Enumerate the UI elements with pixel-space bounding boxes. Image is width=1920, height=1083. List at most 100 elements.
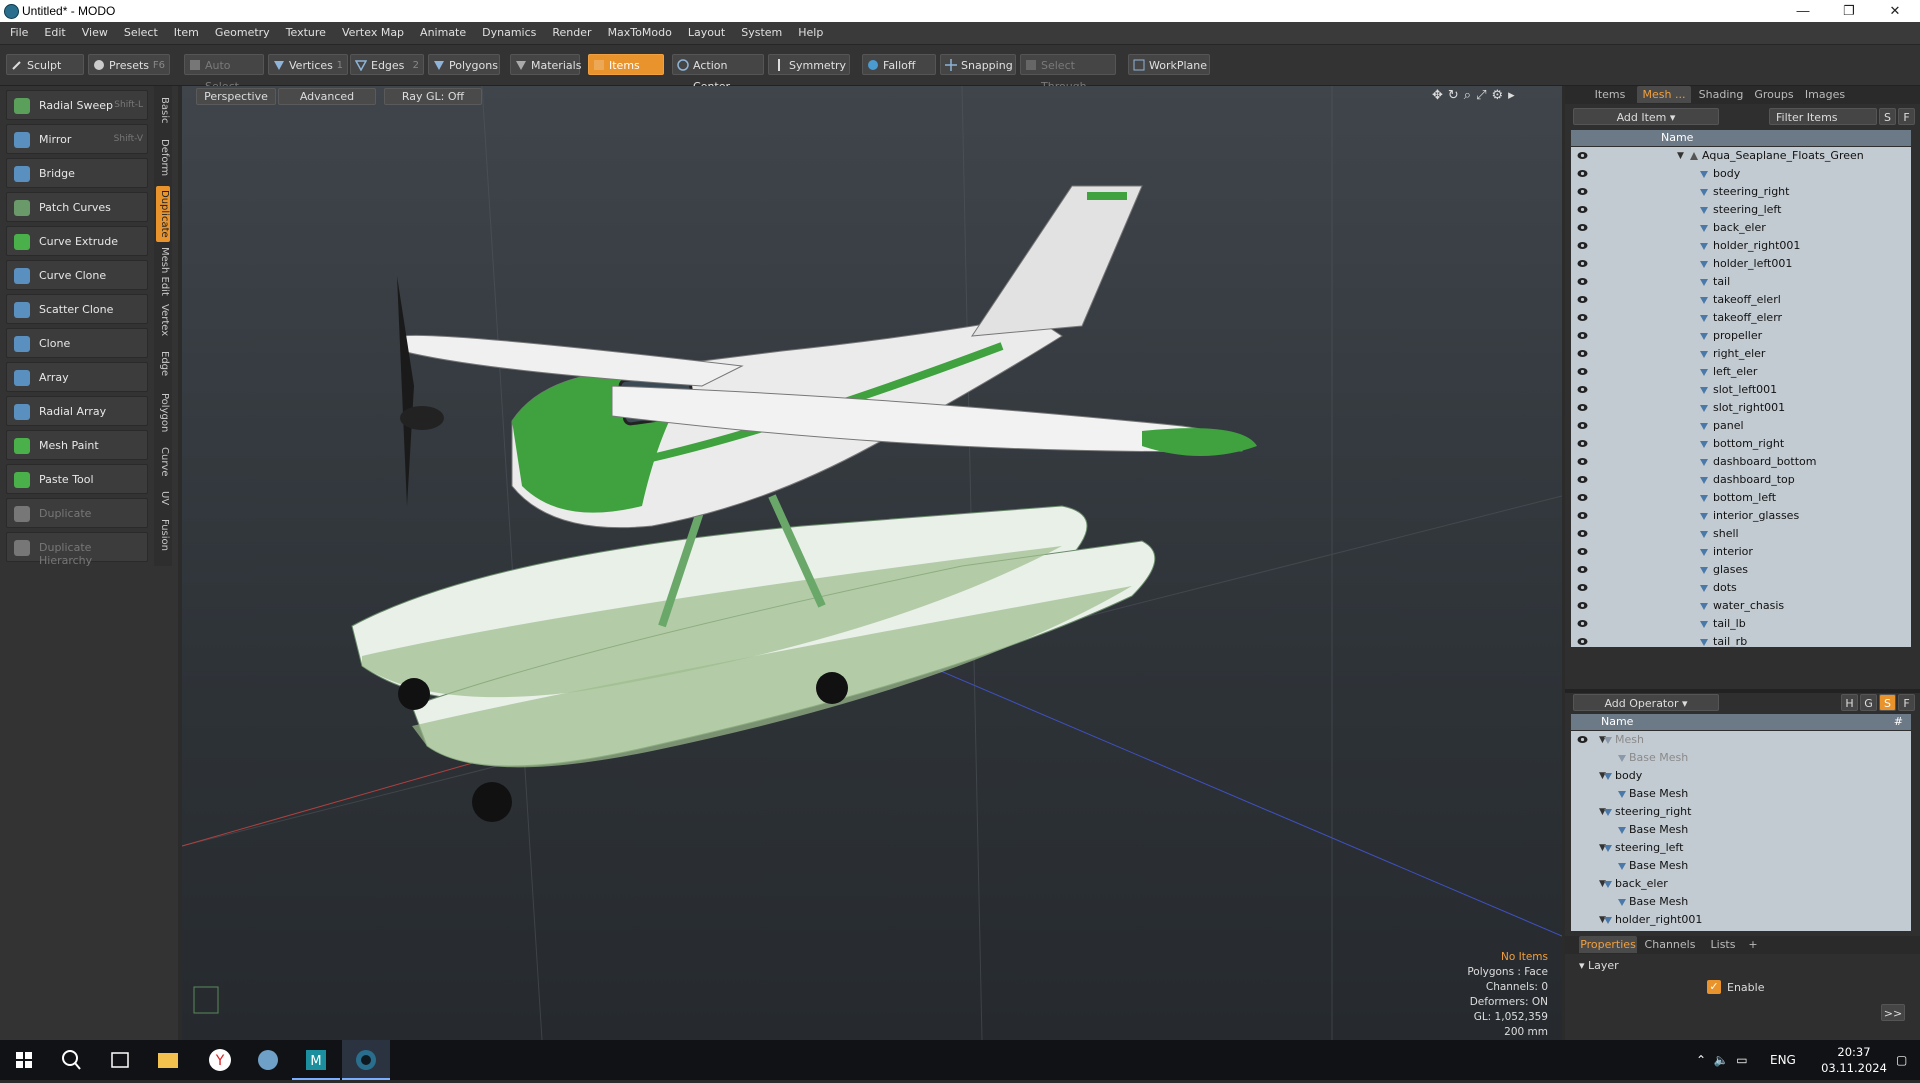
tool-curve-extrude[interactable]: Curve Extrude <box>6 226 148 256</box>
modo-app-button[interactable] <box>342 1040 390 1080</box>
max-app-button[interactable]: M <box>292 1040 340 1080</box>
side-tab-vertex[interactable]: Vertex <box>156 300 170 340</box>
item-row[interactable]: steering_right <box>1571 183 1911 201</box>
tab-shading[interactable]: Shading <box>1695 86 1747 103</box>
presets-button[interactable]: Presets F6 <box>88 54 170 75</box>
select-through-button[interactable]: Select Through <box>1020 54 1116 93</box>
menu-view[interactable]: View <box>74 22 116 44</box>
item-row[interactable]: dots <box>1571 579 1911 597</box>
search-button[interactable] <box>48 1040 96 1080</box>
menu-select[interactable]: Select <box>116 22 166 44</box>
add-operator-dropdown[interactable]: Add Operator ▾ <box>1573 694 1719 711</box>
items-f-button[interactable]: F <box>1898 108 1915 125</box>
file-explorer-button[interactable] <box>144 1040 192 1080</box>
tab-properties[interactable]: Properties <box>1579 936 1637 953</box>
menu-item[interactable]: Item <box>166 22 207 44</box>
minimize-button[interactable]: — <box>1780 0 1826 22</box>
operator-f-button[interactable]: F <box>1898 694 1915 711</box>
operator-g-button[interactable]: G <box>1860 694 1877 711</box>
item-row[interactable]: takeoff_elerr <box>1571 309 1911 327</box>
polygons-button[interactable]: Polygons <box>428 54 500 75</box>
item-row[interactable]: tail <box>1571 273 1911 291</box>
tool-paste-tool[interactable]: Paste Tool <box>6 464 148 494</box>
menu-geometry[interactable]: Geometry <box>207 22 278 44</box>
item-row[interactable]: shell <box>1571 525 1911 543</box>
operator-row[interactable]: Base Mesh <box>1571 893 1911 911</box>
menu-edit[interactable]: Edit <box>36 22 73 44</box>
tab-channels[interactable]: Channels <box>1641 936 1699 953</box>
action-center-button[interactable]: Action Center <box>672 54 764 93</box>
more-button[interactable]: >> <box>1881 1004 1905 1021</box>
item-row[interactable]: right_eler <box>1571 345 1911 363</box>
add-item-dropdown[interactable]: Add Item ▾ <box>1573 108 1719 125</box>
operator-row[interactable]: Base Mesh <box>1571 785 1911 803</box>
falloff-button[interactable]: Falloff <box>862 54 936 75</box>
tool-mirror[interactable]: Mirror Shift-V <box>6 124 148 154</box>
operator-row[interactable]: ▼ steering_right <box>1571 803 1911 821</box>
clock[interactable]: 20:37 03.11.2024 <box>1818 1044 1890 1076</box>
menu-dynamics[interactable]: Dynamics <box>474 22 544 44</box>
tab-mesh[interactable]: Mesh ... <box>1637 86 1691 103</box>
menu-vertex-map[interactable]: Vertex Map <box>334 22 412 44</box>
side-tab-mesh-edit[interactable]: Mesh Edit <box>156 246 170 296</box>
operator-list[interactable]: ▼ Mesh Base Mesh ▼ body Base Mesh ▼ steering_ri… <box>1571 731 1911 931</box>
yandex-browser-button[interactable]: Y <box>196 1040 244 1080</box>
operator-row[interactable]: Base Mesh <box>1571 749 1911 767</box>
operator-h-button[interactable]: H <box>1841 694 1858 711</box>
operator-row[interactable]: ▼ holder_right001 <box>1571 911 1911 929</box>
side-tab-duplicate[interactable]: Duplicate <box>156 186 170 242</box>
menu-animate[interactable]: Animate <box>412 22 474 44</box>
tool-array[interactable]: Array <box>6 362 148 392</box>
tool-radial-array[interactable]: Radial Array <box>6 396 148 426</box>
side-tab-fusion[interactable]: Fusion <box>156 514 170 556</box>
operator-row[interactable]: ▼ back_eler <box>1571 875 1911 893</box>
item-row[interactable]: propeller <box>1571 327 1911 345</box>
tool-scatter-clone[interactable]: Scatter Clone <box>6 294 148 324</box>
tray-icons[interactable]: ⌃ 🔈 ▭ <box>1696 1040 1748 1080</box>
item-row[interactable]: slot_right001 <box>1571 399 1911 417</box>
tool-radial-sweep[interactable]: Radial Sweep Shift-L <box>6 90 148 120</box>
operator-row[interactable]: ▼ steering_left <box>1571 839 1911 857</box>
menu-help[interactable]: Help <box>790 22 831 44</box>
menu-system[interactable]: System <box>733 22 790 44</box>
filter-items-input[interactable]: Filter Items <box>1769 108 1877 125</box>
operator-s-button[interactable]: S <box>1879 694 1896 711</box>
start-button[interactable] <box>0 1040 48 1080</box>
task-view-button[interactable] <box>96 1040 144 1080</box>
side-tab-uv[interactable]: UV <box>156 486 170 510</box>
tab-images[interactable]: Images <box>1801 86 1849 103</box>
item-row[interactable]: interior_glasses <box>1571 507 1911 525</box>
edges-button[interactable]: Edges 2 <box>350 54 424 75</box>
tab-items[interactable]: Items <box>1587 86 1633 103</box>
materials-button[interactable]: Materials <box>510 54 581 75</box>
vertices-button[interactable]: Vertices 1 <box>268 54 348 75</box>
tool-curve-clone[interactable]: Curve Clone <box>6 260 148 290</box>
item-row[interactable]: body <box>1571 165 1911 183</box>
tab-groups[interactable]: Groups <box>1751 86 1797 103</box>
item-row[interactable]: left_eler <box>1571 363 1911 381</box>
item-row[interactable]: bottom_left <box>1571 489 1911 507</box>
notifications-button[interactable]: ▢ <box>1896 1040 1907 1080</box>
item-row[interactable]: holder_right001 <box>1571 237 1911 255</box>
item-row[interactable]: back_eler <box>1571 219 1911 237</box>
menu-render[interactable]: Render <box>544 22 599 44</box>
item-row[interactable]: steering_left <box>1571 201 1911 219</box>
maximize-button[interactable]: ❐ <box>1826 0 1872 22</box>
close-button[interactable]: ✕ <box>1872 0 1918 22</box>
side-tab-basic[interactable]: Basic <box>156 90 170 130</box>
layer-section[interactable]: ▾ Layer <box>1579 959 1619 972</box>
items-list[interactable]: ▼ Aqua_Seaplane_Floats_Green body steering_… <box>1571 147 1911 647</box>
menu-maxtomodo[interactable]: MaxToModo <box>600 22 680 44</box>
tool-patch-curves[interactable]: Patch Curves <box>6 192 148 222</box>
symmetry-button[interactable]: Symmetry <box>768 54 850 75</box>
side-tab-edge[interactable]: Edge <box>156 344 170 384</box>
side-tab-polygon[interactable]: Polygon <box>156 388 170 438</box>
menu-layout[interactable]: Layout <box>680 22 733 44</box>
paint-app-button[interactable] <box>244 1040 292 1080</box>
tool-bridge[interactable]: Bridge <box>6 158 148 188</box>
tab-add[interactable]: + <box>1745 936 1761 953</box>
item-row[interactable]: interior <box>1571 543 1911 561</box>
item-row[interactable]: dashboard_bottom <box>1571 453 1911 471</box>
3d-viewport[interactable]: Perspective Advanced Ray GL: Off ✥↻⌕⤢⚙▸ <box>182 86 1562 1040</box>
tool-duplicate[interactable]: Duplicate <box>6 498 148 528</box>
